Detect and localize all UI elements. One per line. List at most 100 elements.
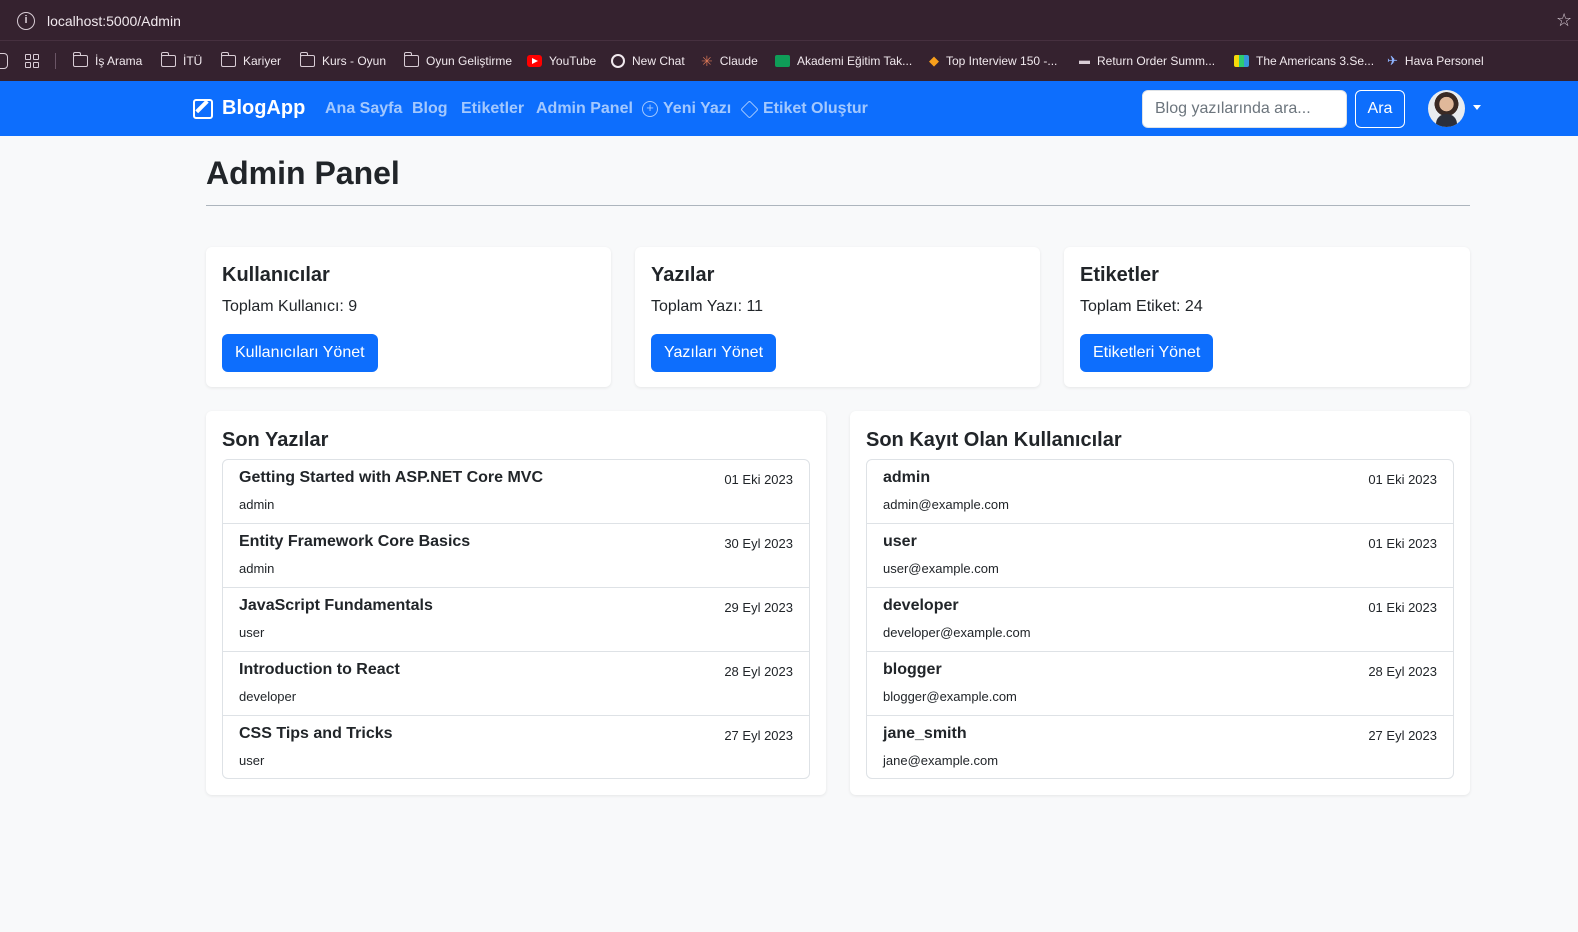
user-email: user@example.com <box>883 561 999 576</box>
youtube-icon <box>527 55 542 67</box>
recent-posts-card: Son Yazılar Getting Started with ASP.NET… <box>206 411 826 795</box>
manage-posts-button[interactable]: Yazıları Yönet <box>651 334 777 372</box>
post-author: user <box>239 625 265 640</box>
list-item[interactable]: developer developer@example.com 01 Eki 2… <box>867 588 1453 652</box>
user-avatar[interactable] <box>1428 90 1465 127</box>
chat-icon <box>611 54 625 68</box>
user-date: 27 Eyl 2023 <box>1368 728 1437 743</box>
folder-icon <box>72 52 88 67</box>
claude-icon: ✳ <box>701 52 713 69</box>
bookmark-item[interactable]: YouTube <box>527 52 596 70</box>
recent-users-card: Son Kayıt Olan Kullanıcılar admin admin@… <box>850 411 1470 795</box>
post-title: Introduction to React <box>239 661 400 678</box>
list-item[interactable]: jane_smith jane@example.com 27 Eyl 2023 <box>867 716 1453 778</box>
bookmark-item[interactable]: The Americans 3.Se... <box>1234 52 1374 70</box>
user-email: jane@example.com <box>883 753 999 768</box>
list-item[interactable]: Introduction to React developer 28 Eyl 2… <box>223 652 809 716</box>
post-date: 28 Eyl 2023 <box>724 664 793 679</box>
bookmark-item[interactable]: İş Arama <box>72 52 142 70</box>
recent-users-list: admin admin@example.com 01 Eki 2023 user… <box>866 459 1454 779</box>
bookmark-item[interactable]: İTÜ <box>160 52 202 70</box>
side-panel-icon[interactable] <box>0 53 8 69</box>
post-author: admin <box>239 497 275 512</box>
list-item[interactable]: user user@example.com 01 Eki 2023 <box>867 524 1453 588</box>
brand-link[interactable]: BlogApp <box>193 97 305 120</box>
bookmark-item[interactable]: Kurs - Oyun <box>299 52 386 70</box>
post-date: 01 Eki 2023 <box>724 472 793 487</box>
bookmarks-bar: İş Arama İTÜ Kariyer Kurs - Oyun Oyun Ge… <box>0 40 1578 81</box>
user-email: developer@example.com <box>883 625 1031 640</box>
bookmark-item[interactable]: Akademi Eğitim Tak... <box>775 52 912 70</box>
tags-stat-card: Etiketler Toplam Etiket: 24 Etiketleri Y… <box>1064 247 1470 387</box>
bookmark-item[interactable]: New Chat <box>611 52 685 70</box>
bookmark-star-icon[interactable]: ☆ <box>1556 10 1572 31</box>
user-date: 01 Eki 2023 <box>1368 536 1437 551</box>
card-title: Kullanıcılar <box>222 264 330 286</box>
edit-icon <box>193 98 213 119</box>
post-title: Entity Framework Core Basics <box>239 533 471 550</box>
plane-icon: ✈ <box>1387 53 1398 68</box>
nav-link-blog[interactable]: Blog <box>412 100 448 118</box>
leetcode-icon: ◆ <box>929 53 939 68</box>
user-email: blogger@example.com <box>883 689 1017 704</box>
post-title: CSS Tips and Tricks <box>239 725 393 742</box>
bookmark-item[interactable]: Oyun Geliştirme <box>403 52 512 70</box>
tv-icon <box>1234 55 1249 67</box>
nav-link-new-post[interactable]: + Yeni Yazı <box>642 100 731 118</box>
bookmark-item[interactable]: ✈ Hava Personel <box>1387 52 1484 70</box>
user-name: admin <box>883 469 931 486</box>
sheet-icon <box>775 55 790 67</box>
chevron-down-icon[interactable] <box>1473 105 1481 110</box>
post-date: 30 Eyl 2023 <box>724 536 793 551</box>
nav-link-tags[interactable]: Etiketler <box>461 100 524 118</box>
user-name: user <box>883 533 917 550</box>
recent-posts-list: Getting Started with ASP.NET Core MVC ad… <box>222 459 810 779</box>
user-date: 28 Eyl 2023 <box>1368 664 1437 679</box>
posts-stat-card: Yazılar Toplam Yazı: 11 Yazıları Yönet <box>635 247 1040 387</box>
bookmark-item[interactable]: Kariyer <box>220 52 281 70</box>
post-title: JavaScript Fundamentals <box>239 597 433 614</box>
recent-posts-title: Son Yazılar <box>222 429 329 451</box>
list-item[interactable]: Entity Framework Core Basics admin 30 Ey… <box>223 524 809 588</box>
post-date: 29 Eyl 2023 <box>724 600 793 615</box>
list-item[interactable]: JavaScript Fundamentals user 29 Eyl 2023 <box>223 588 809 652</box>
brand-name: BlogApp <box>222 97 306 119</box>
apps-grid-icon[interactable] <box>25 52 39 70</box>
list-item[interactable]: CSS Tips and Tricks user 27 Eyl 2023 <box>223 716 809 778</box>
bookmark-item[interactable]: ◆ Top Interview 150 -... <box>929 52 1057 70</box>
nav-link-home[interactable]: Ana Sayfa <box>325 100 402 118</box>
folder-icon <box>403 52 419 67</box>
search-input[interactable]: Blog yazılarında ara... <box>1142 90 1347 128</box>
bookmarks-separator <box>55 53 56 69</box>
folder-icon <box>299 52 315 67</box>
users-stat-card: Kullanıcılar Toplam Kullanıcı: 9 Kullanı… <box>206 247 611 387</box>
page-title: Admin Panel <box>206 155 400 191</box>
tag-icon <box>740 99 759 119</box>
post-title: Getting Started with ASP.NET Core MVC <box>239 469 544 486</box>
card-title: Yazılar <box>651 264 715 286</box>
nav-link-create-tag[interactable]: Etiket Oluştur <box>740 99 868 119</box>
manage-tags-button[interactable]: Etiketleri Yönet <box>1080 334 1214 372</box>
nav-link-admin-panel[interactable]: Admin Panel <box>536 100 633 118</box>
bookmark-item[interactable]: ✳ Claude <box>701 52 758 70</box>
user-name: blogger <box>883 661 942 678</box>
manage-users-button[interactable]: Kullanıcıları Yönet <box>222 334 378 372</box>
browser-address-bar: i localhost:5000/Admin ☆ <box>0 0 1578 40</box>
list-item[interactable]: admin admin@example.com 01 Eki 2023 <box>867 460 1453 524</box>
app-navbar: BlogApp Ana Sayfa Blog Etiketler Admin P… <box>0 81 1578 136</box>
list-item[interactable]: Getting Started with ASP.NET Core MVC ad… <box>223 460 809 524</box>
user-name: developer <box>883 597 959 614</box>
search-button[interactable]: Ara <box>1355 90 1405 128</box>
bookmark-item[interactable]: ▬ Return Order Summ... <box>1079 52 1215 70</box>
post-author: developer <box>239 689 297 704</box>
card-count: Toplam Yazı: 11 <box>651 298 764 315</box>
post-date: 27 Eyl 2023 <box>724 728 793 743</box>
page-icon: ▬ <box>1079 55 1090 67</box>
site-info-icon[interactable]: i <box>17 12 35 30</box>
url-field[interactable]: localhost:5000/Admin <box>47 13 181 29</box>
card-count: Toplam Etiket: 24 <box>1080 298 1203 315</box>
user-date: 01 Eki 2023 <box>1368 600 1437 615</box>
folder-icon <box>220 52 236 67</box>
folder-icon <box>160 52 176 67</box>
list-item[interactable]: blogger blogger@example.com 28 Eyl 2023 <box>867 652 1453 716</box>
